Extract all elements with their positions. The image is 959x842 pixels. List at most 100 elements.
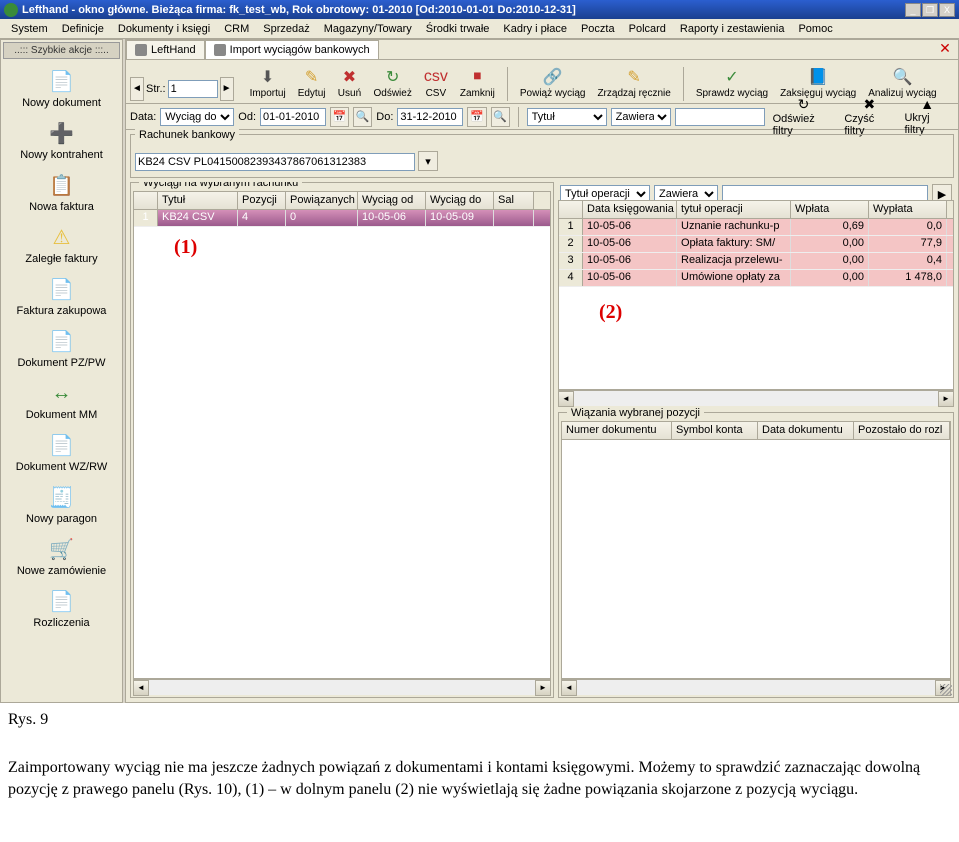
tab-1[interactable]: Import wyciągów bankowych — [205, 40, 379, 59]
sidebar-item-5[interactable]: 📄Dokument PZ/PW — [1, 321, 122, 373]
table-row[interactable]: 1KB24 CSV4010-05-0610-05-09 — [134, 210, 550, 227]
tool-zrządzaj-ręcznie[interactable]: ✎Zrządzaj ręcznie — [591, 65, 676, 101]
menu-raporty-i-zestawienia[interactable]: Raporty i zestawienia — [673, 21, 792, 37]
refresh-filters-button[interactable]: ↻Odśwież filtry — [769, 96, 839, 137]
filter-tytul-select[interactable]: Tytuł — [527, 108, 607, 126]
col-header[interactable]: Sal — [494, 192, 534, 209]
tool-csv[interactable]: csvCSV — [418, 65, 454, 101]
col-header[interactable]: Wpłata — [791, 201, 869, 218]
col-header[interactable] — [134, 192, 158, 209]
tool-icon: 📘 — [808, 67, 828, 87]
col-header[interactable]: Tytuł — [158, 192, 238, 209]
menu-poczta[interactable]: Poczta — [574, 21, 622, 37]
right-scrollbar-h[interactable]: ◄► — [558, 390, 954, 406]
tool-zamknij[interactable]: ⏹Zamknij — [454, 65, 501, 101]
sidebar-item-3[interactable]: ⚠Zaległe faktury — [1, 217, 122, 269]
sidebar-item-6[interactable]: ↔Dokument MM — [1, 373, 122, 425]
menu-kadry-i-płace[interactable]: Kadry i płace — [496, 21, 574, 37]
col-header[interactable]: Data księgowania — [583, 201, 677, 218]
sidebar-item-2[interactable]: 📋Nowa faktura — [1, 165, 122, 217]
close-window-button[interactable]: X — [939, 3, 955, 17]
tool-powiąż-wyciąg[interactable]: 🔗Powiąż wyciąg — [514, 65, 592, 101]
tool-usuń[interactable]: ✖Usuń — [331, 65, 367, 101]
col-header[interactable]: Wypłata — [869, 201, 947, 218]
filter-od-cal-button[interactable]: 📅 — [330, 107, 349, 127]
row-num: 1 — [559, 219, 583, 235]
bottom-panel-title: Wiązania wybranej pozycji — [567, 407, 704, 419]
left-panel: Wyciągi na wybranym rachunku TytułPozycj… — [130, 182, 554, 698]
tool-icon: csv — [426, 67, 446, 87]
tool-importuj[interactable]: ⬇Importuj — [244, 65, 292, 101]
main-area: LeftHandImport wyciągów bankowych ✕ ◄ St… — [125, 39, 959, 703]
col-header[interactable]: Numer dokumentu — [562, 422, 672, 439]
menu-system[interactable]: System — [4, 21, 55, 37]
filter-od-search-button[interactable]: 🔍 — [353, 107, 372, 127]
col-header[interactable]: Pozycji — [238, 192, 286, 209]
sidebar-item-9[interactable]: 🛒Nowe zamówienie — [1, 529, 122, 581]
maximize-button[interactable]: ❐ — [922, 3, 938, 17]
sidebar-item-7[interactable]: 📄Dokument WZ/RW — [1, 425, 122, 477]
sidebar-label: Nowe zamówienie — [17, 565, 106, 577]
cell: 10-05-06 — [583, 219, 677, 235]
col-header[interactable]: Wyciąg od — [358, 192, 426, 209]
menu-polcard[interactable]: Polcard — [622, 21, 673, 37]
page-next-button[interactable]: ► — [220, 77, 234, 101]
filter-data-select[interactable]: Wyciąg do — [160, 108, 234, 126]
account-title: Rachunek bankowy — [135, 129, 239, 141]
sidebar-item-10[interactable]: 📄Rozliczenia — [1, 581, 122, 633]
sidebar-item-8[interactable]: 🧾Nowy paragon — [1, 477, 122, 529]
page-prev-button[interactable]: ◄ — [130, 77, 144, 101]
resize-grip[interactable] — [940, 684, 952, 696]
menu-magazyny/towary[interactable]: Magazyny/Towary — [317, 21, 419, 37]
tool-sprawdz-wyciąg[interactable]: ✓Sprawdz wyciąg — [690, 65, 774, 101]
filter-do-input[interactable] — [397, 108, 463, 126]
table-row[interactable]: 310-05-06Realizacja przelewu-0,000,4 — [559, 253, 953, 270]
menu-definicje[interactable]: Definicje — [55, 21, 111, 37]
col-header[interactable] — [559, 201, 583, 218]
col-header[interactable]: tytuł operacji — [677, 201, 791, 218]
tab-0[interactable]: LeftHand — [126, 40, 205, 59]
hide-filters-button[interactable]: ▲Ukryj filtry — [900, 96, 954, 137]
col-header[interactable]: Symbol konta — [672, 422, 758, 439]
sidebar-item-1[interactable]: ➕Nowy kontrahent — [1, 113, 122, 165]
sidebar-item-0[interactable]: 📄Nowy dokument — [1, 61, 122, 113]
tool-edytuj[interactable]: ✎Edytuj — [292, 65, 332, 101]
col-header[interactable]: Powiązanych — [286, 192, 358, 209]
tool-icon: ↻ — [383, 67, 403, 87]
menu-pomoc[interactable]: Pomoc — [791, 21, 839, 37]
page-input[interactable] — [168, 80, 218, 98]
menu-sprzedaż[interactable]: Sprzedaż — [256, 21, 316, 37]
tool-odśwież[interactable]: ↻Odśwież — [367, 65, 417, 101]
filter-zawiera-select[interactable]: Zawiera — [611, 108, 671, 126]
filter-do-search-button[interactable]: 🔍 — [491, 107, 510, 127]
menu-środki-trwałe[interactable]: Środki trwałe — [419, 21, 497, 37]
tool-icon: ✎ — [624, 67, 644, 87]
page-label: Str.: — [146, 83, 166, 95]
col-header[interactable]: Data dokumentu — [758, 422, 854, 439]
account-input[interactable] — [135, 153, 415, 171]
account-select-button[interactable]: ▾ — [418, 151, 438, 171]
clear-filters-button[interactable]: ✖Czyść filtry — [840, 96, 898, 137]
tool-icon: 🔍 — [892, 67, 912, 87]
tool-label: Usuń — [338, 88, 361, 99]
table-row[interactable]: 410-05-06Umówione opłaty za0,001 478,0 — [559, 270, 953, 287]
sidebar-item-4[interactable]: 📄Faktura zakupowa — [1, 269, 122, 321]
col-header[interactable]: Wyciąg do — [426, 192, 494, 209]
menu-dokumenty-i-księgi[interactable]: Dokumenty i księgi — [111, 21, 217, 37]
filter-od-input[interactable] — [260, 108, 326, 126]
minimize-button[interactable]: _ — [905, 3, 921, 17]
table-row[interactable]: 110-05-06Uznanie rachunku-p0,690,0 — [559, 219, 953, 236]
cell: 0 — [286, 210, 358, 226]
filter-do-cal-button[interactable]: 📅 — [467, 107, 486, 127]
tool-label: Powiąż wyciąg — [520, 88, 586, 99]
left-scrollbar-h[interactable]: ◄► — [133, 679, 551, 695]
bottom-scrollbar-h[interactable]: ◄► — [561, 679, 951, 695]
right-table: Data księgowaniatytuł operacjiWpłataWypł… — [558, 200, 954, 390]
filter-text-input[interactable] — [675, 108, 765, 126]
tool-label: CSV — [426, 88, 447, 99]
menu-crm[interactable]: CRM — [217, 21, 256, 37]
col-header[interactable]: Pozostało do rozl — [854, 422, 950, 439]
table-row[interactable]: 210-05-06Opłata faktury: SM/0,0077,9 — [559, 236, 953, 253]
tab-bar: LeftHandImport wyciągów bankowych ✕ — [126, 40, 958, 60]
close-all-tabs-icon[interactable]: ✕ — [938, 40, 958, 60]
